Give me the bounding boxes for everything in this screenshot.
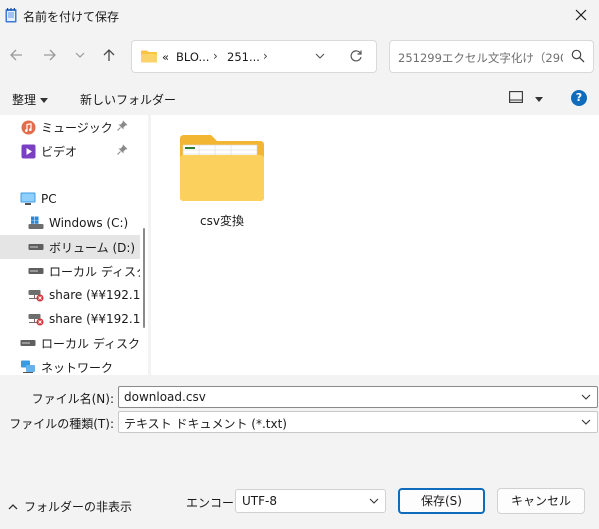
nav-item-pc[interactable]: PC — [0, 187, 140, 211]
chevron-down-icon[interactable] — [315, 50, 325, 64]
folder-label: csv変換 — [200, 214, 244, 228]
filetype-label: ファイルの種類(T): — [9, 417, 114, 431]
folder-item-csv[interactable]: csv変換 — [177, 133, 267, 229]
nav-item-share-2[interactable]: share (¥¥192.168 — [0, 307, 140, 331]
filetype-value: テキスト ドキュメント (*.txt) — [124, 417, 287, 431]
nav-item-windows-c[interactable]: Windows (C:) — [0, 211, 140, 235]
cancel-button[interactable]: キャンセル — [497, 488, 585, 514]
nav-item-volume-d[interactable]: ボリューム (D:) — [0, 235, 140, 259]
nav-item-label: Windows (C:) — [49, 216, 129, 230]
hide-folders-button[interactable]: フォルダーの非表示 — [8, 498, 132, 515]
hide-folders-label: フォルダーの非表示 — [24, 500, 133, 514]
filename-input[interactable]: download.csv — [118, 386, 598, 408]
navigation-bar: « BLO... › 251... › 251299エクセル文字化け（2900.… — [0, 36, 599, 78]
windows-drive-icon — [28, 215, 44, 231]
arrow-left-icon — [9, 48, 23, 65]
refresh-icon[interactable] — [349, 49, 363, 66]
chevron-right-icon[interactable]: › — [263, 49, 268, 63]
window-title: 名前を付けて保存 — [23, 10, 120, 24]
breadcrumb-overflow[interactable]: « — [162, 50, 169, 64]
close-button[interactable] — [563, 0, 599, 32]
caret-down-icon — [535, 92, 543, 106]
nav-item-local-disk-e[interactable]: ローカル ディスク (E:) — [0, 331, 140, 355]
nav-item-network[interactable]: ネットワーク — [0, 355, 140, 375]
nav-item-label: PC — [41, 192, 57, 206]
encoding-value: UTF-8 — [242, 494, 277, 508]
nav-item-label: ビデオ — [41, 144, 78, 159]
drive-icon — [28, 263, 44, 279]
chevron-right-icon[interactable]: › — [213, 49, 218, 63]
nav-scrollbar-thumb[interactable] — [143, 228, 145, 328]
new-folder-button[interactable]: 新しいフォルダー — [80, 91, 176, 108]
music-icon — [20, 119, 36, 135]
recent-locations-button[interactable] — [68, 44, 92, 68]
arrow-right-icon — [43, 48, 57, 65]
organize-label: 整理 — [12, 93, 37, 107]
save-button[interactable]: 保存(S) — [398, 488, 485, 514]
encoding-select[interactable]: UTF-8 — [235, 489, 386, 513]
chevron-down-icon[interactable] — [581, 391, 591, 405]
nav-item-label: share (¥¥192.168 — [49, 288, 140, 302]
drive-icon — [20, 335, 36, 351]
nav-item-music[interactable]: ミュージック — [0, 115, 140, 139]
network-icon — [20, 359, 36, 375]
close-icon — [575, 9, 587, 24]
nav-item-label: ボリューム (D:) — [49, 240, 136, 255]
view-options[interactable] — [509, 91, 543, 106]
chevron-up-icon — [8, 500, 18, 514]
folder-icon — [179, 135, 265, 206]
forward-button[interactable] — [38, 44, 62, 68]
command-bar: 整理 新しいフォルダー ? — [0, 86, 599, 114]
notepad-icon — [5, 8, 17, 23]
filetype-select[interactable]: テキスト ドキュメント (*.txt) — [118, 411, 598, 433]
nav-item-label: share (¥¥192.168 — [49, 312, 140, 326]
help-icon[interactable]: ? — [571, 90, 587, 106]
search-icon[interactable] — [571, 49, 585, 66]
breadcrumb-item[interactable]: BLO... — [176, 50, 209, 64]
view-layout-icon — [509, 91, 523, 106]
search-box[interactable]: 251299エクセル文字化け（2900... — [389, 40, 594, 73]
title-bar: 名前を付けて保存 — [0, 0, 599, 32]
chevron-down-icon — [75, 49, 85, 63]
nav-item-video[interactable]: ビデオ — [0, 139, 140, 163]
folder-icon — [141, 50, 157, 66]
caret-down-icon — [40, 93, 49, 107]
dialog-footer: フォルダーの非表示 エンコード: UTF-8 保存(S) キャンセル — [0, 474, 599, 529]
content-pane: csv変換 — [151, 115, 599, 375]
organize-menu[interactable]: 整理 — [12, 91, 49, 108]
nav-item-local-disk[interactable]: ローカル ディスク (E — [0, 259, 140, 283]
nav-item-label: ローカル ディスク (E — [49, 264, 140, 279]
arrow-up-icon — [102, 48, 116, 65]
pc-icon — [20, 191, 36, 207]
nav-item-label: ローカル ディスク (E:) — [41, 336, 140, 351]
nav-item-label: ミュージック — [41, 120, 113, 135]
drive-icon — [28, 239, 44, 255]
nav-item-share-1[interactable]: share (¥¥192.168 — [0, 283, 140, 307]
filename-label: ファイル名(N): — [31, 392, 114, 406]
navigation-pane: ミュージック ビデオ PC Windows (C:) ボリューム (D:) ロー… — [0, 115, 148, 375]
video-icon — [20, 143, 36, 159]
chevron-down-icon — [581, 416, 591, 430]
search-input[interactable]: 251299エクセル文字化け（2900... — [398, 50, 563, 66]
back-button[interactable] — [4, 44, 28, 68]
address-bar[interactable]: « BLO... › 251... › — [131, 40, 377, 73]
network-drive-icon — [28, 287, 44, 303]
up-button[interactable] — [97, 44, 121, 68]
filename-value: download.csv — [124, 390, 206, 404]
breadcrumb-item[interactable]: 251... — [227, 50, 260, 64]
chevron-down-icon — [369, 495, 379, 509]
pin-icon — [117, 120, 128, 134]
pin-icon — [117, 144, 128, 158]
nav-item-label: ネットワーク — [41, 360, 114, 375]
network-drive-icon — [28, 311, 44, 327]
